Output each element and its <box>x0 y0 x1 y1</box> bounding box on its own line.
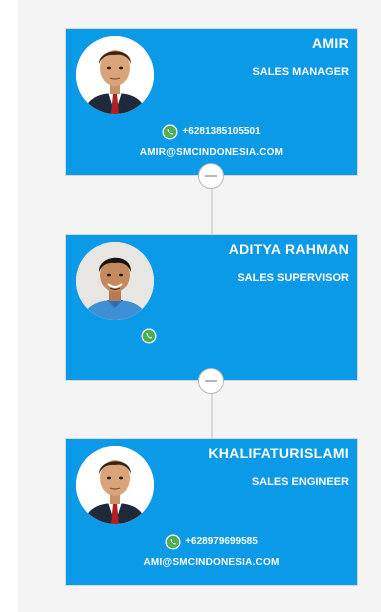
connector-line <box>211 394 213 438</box>
phone-number[interactable]: +6281385105501 <box>182 125 260 139</box>
whatsapp-icon[interactable] <box>141 328 157 344</box>
employee-card-khalifaturislami[interactable]: KHALIFATURISLAMI SALES ENGINEER +6289796… <box>65 438 358 586</box>
avatar-illustrated-man <box>76 446 154 524</box>
phone-row[interactable]: +6281385105501 <box>66 124 357 140</box>
employee-name: KHALIFATURISLAMI <box>208 445 349 461</box>
employee-title: SALES ENGINEER <box>251 476 349 488</box>
employee-title: SALES MANAGER <box>252 66 349 78</box>
contact-block: +628979699585 AMI@SMCINDONESIA.COM <box>66 534 357 570</box>
whatsapp-icon[interactable] <box>162 124 178 140</box>
employee-title: SALES SUPERVISOR <box>237 272 349 284</box>
email-address[interactable]: AMIR@SMCINDONESIA.COM <box>66 146 357 160</box>
contact-block: +6281385105501 AMIR@SMCINDONESIA.COM <box>66 124 357 160</box>
avatar-illustrated-man <box>76 36 154 114</box>
employee-card-amir[interactable]: AMIR SALES MANAGER +6281385105501 AMIR@S… <box>65 28 358 176</box>
whatsapp-icon[interactable] <box>165 534 181 550</box>
collapse-toggle-icon[interactable] <box>198 163 224 189</box>
phone-number[interactable]: +628979699585 <box>185 535 258 549</box>
email-address[interactable]: AMI@SMCINDONESIA.COM <box>66 556 357 570</box>
employee-name: ADITYA RAHMAN <box>228 241 349 257</box>
employee-name: AMIR <box>312 35 349 51</box>
collapse-toggle-icon[interactable] <box>198 368 224 394</box>
avatar-photo <box>76 242 154 320</box>
phone-row[interactable]: +628979699585 <box>66 534 357 550</box>
org-chart: AMIR SALES MANAGER +6281385105501 AMIR@S… <box>0 0 381 612</box>
employee-card-aditya[interactable]: ADITYA RAHMAN SALES SUPERVISOR <box>65 234 358 381</box>
connector-line <box>211 188 213 234</box>
